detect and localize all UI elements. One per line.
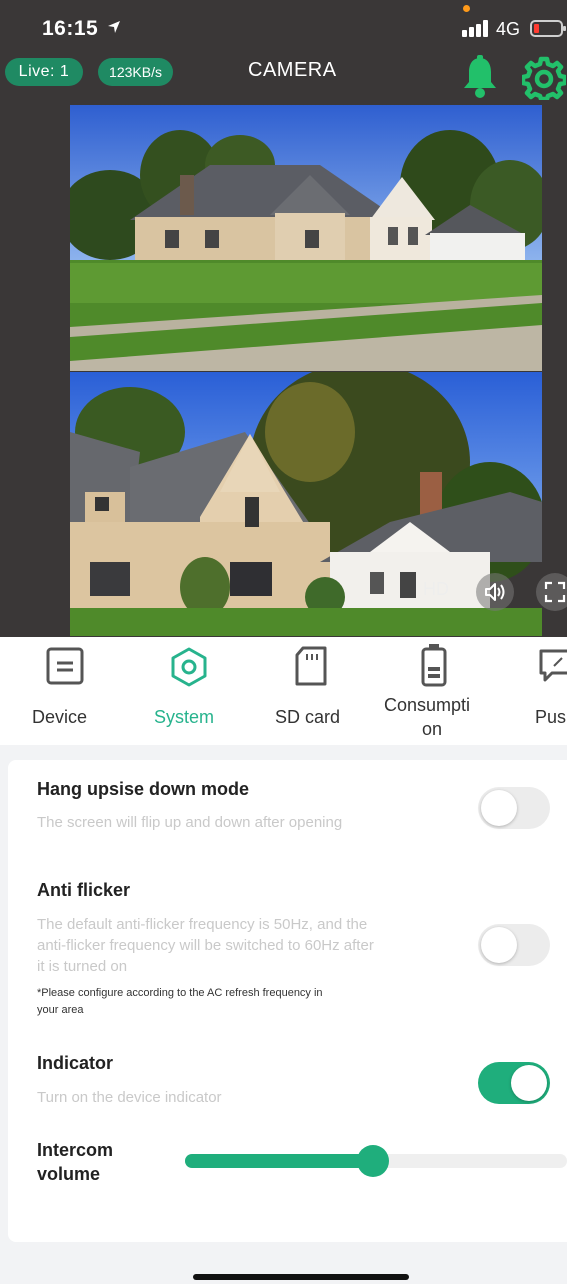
bell-icon[interactable] [461, 55, 499, 99]
anti-flicker-title: Anti flicker [37, 880, 131, 900]
page-title: CAMERA [248, 59, 337, 81]
fullscreen-icon [544, 581, 566, 603]
anti-flicker-description-2: anti-flicker frequency will be switched … [37, 937, 374, 954]
flip-mode-toggle[interactable] [478, 787, 550, 829]
push-icon [539, 649, 567, 682]
anti-flicker-note-1: *Please configure according to the AC re… [37, 987, 323, 999]
anti-flicker-description-1: The default anti-flicker frequency is 50… [37, 916, 368, 933]
speaker-icon [485, 583, 505, 601]
anti-flicker-toggle[interactable] [478, 924, 550, 966]
anti-flicker-note-2: your area [37, 1004, 84, 1016]
intercom-volume-title-2: volume [37, 1164, 101, 1184]
system-settings-card: Hang upsise down mode The screen will fl… [8, 760, 567, 1242]
battery-icon [530, 20, 566, 37]
intercom-volume-fill [185, 1154, 373, 1168]
tab-consumption[interactable]: Consumpti on [375, 637, 495, 745]
gear-icon[interactable] [522, 56, 566, 100]
sd-card-icon [295, 646, 327, 686]
tab-device-label: Device [32, 707, 88, 727]
indicator-description: Turn on the device indicator [37, 1089, 222, 1106]
indicator-title: Indicator [37, 1053, 114, 1073]
intercom-volume-title-1: Intercom [37, 1140, 114, 1160]
camera-feed-2[interactable] [70, 372, 542, 636]
tab-device[interactable]: Device [0, 637, 130, 745]
tab-consumption-label-1: Consumpti [384, 695, 471, 715]
privacy-indicator-dot [463, 5, 470, 12]
system-icon [171, 647, 207, 687]
tab-consumption-label-2: on [422, 719, 443, 739]
settings-tab-bar: Device System SD card Consumpti on Pus [0, 637, 567, 745]
battery-icon [421, 644, 447, 687]
intercom-volume-thumb[interactable] [357, 1145, 389, 1177]
home-indicator[interactable] [193, 1274, 409, 1280]
camera-feed-1[interactable] [70, 105, 542, 371]
tab-push[interactable]: Pus [520, 637, 567, 745]
status-time: 16:15 [42, 17, 99, 40]
volume-button[interactable] [476, 573, 514, 611]
device-icon [46, 647, 84, 685]
live-viewers-badge: Live: 1 [5, 58, 83, 86]
tab-push-label: Pus [535, 707, 567, 727]
indicator-toggle[interactable] [478, 1062, 550, 1104]
tab-sd-card[interactable]: SD card [255, 637, 370, 745]
anti-flicker-description-3: it is turned on [37, 958, 128, 975]
tab-system[interactable]: System [130, 637, 250, 745]
flip-mode-title: Hang upsise down mode [37, 779, 250, 799]
tab-system-label: System [154, 707, 215, 727]
flip-mode-description: The screen will flip up and down after o… [37, 814, 343, 831]
camera-header-area: 16:15 4G Live: 1 123KB/s CAMERA HD [0, 0, 567, 637]
signal-bars-icon [462, 19, 490, 37]
tab-sd-card-label: SD card [275, 707, 341, 727]
quality-toggle[interactable]: HD [423, 579, 449, 600]
location-arrow-icon [108, 21, 120, 33]
bitrate-badge: 123KB/s [98, 58, 173, 86]
network-type: 4G [496, 19, 521, 39]
fullscreen-button[interactable] [536, 573, 567, 611]
